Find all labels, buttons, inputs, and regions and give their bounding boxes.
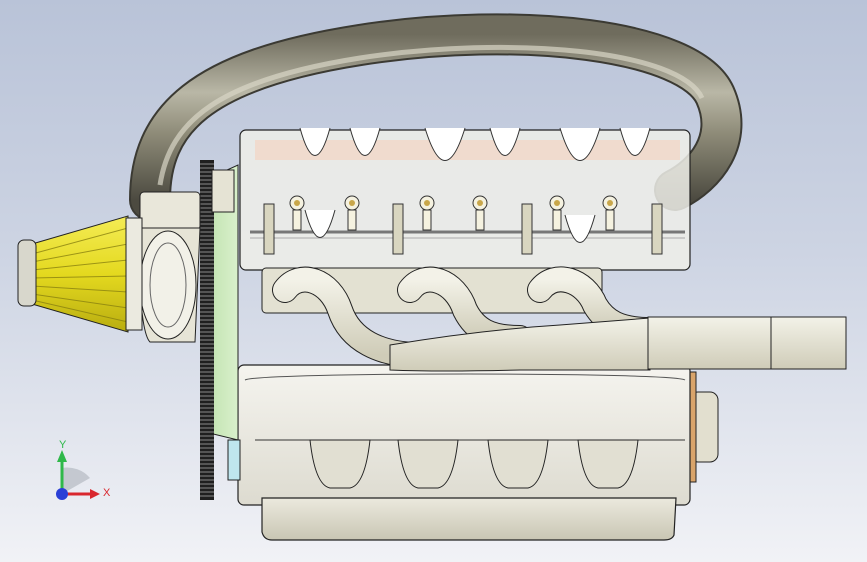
- oil-pan[interactable]: [261, 497, 677, 541]
- throttle-body[interactable]: [139, 191, 201, 343]
- engine-model[interactable]: [0, 0, 867, 562]
- cylinder-head[interactable]: [239, 127, 691, 271]
- exhaust-manifold[interactable]: [261, 266, 847, 372]
- engine-block[interactable]: [237, 364, 691, 506]
- air-filter[interactable]: [17, 215, 143, 333]
- graphics-viewport[interactable]: Y X: [0, 0, 867, 562]
- view-triad: Y X: [40, 438, 120, 508]
- triad-y-label: Y: [59, 439, 67, 451]
- triad-x-label: X: [103, 487, 111, 499]
